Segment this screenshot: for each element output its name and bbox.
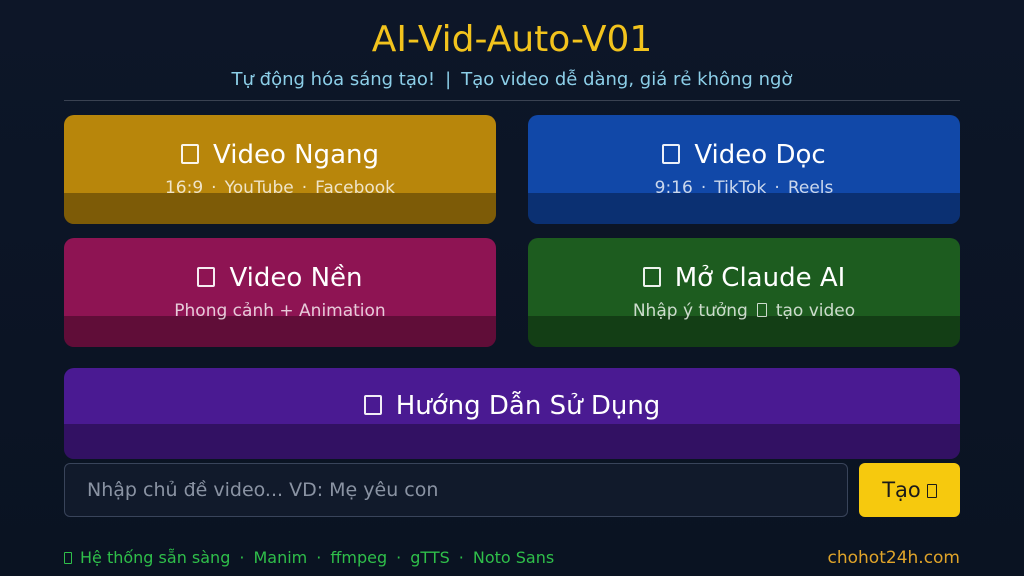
card-title-text: Video Nền bbox=[229, 263, 363, 293]
unknown-glyph-icon bbox=[197, 267, 216, 287]
card-title: Video Nền bbox=[64, 260, 496, 296]
tool-separator: · bbox=[239, 548, 245, 567]
unknown-glyph-icon bbox=[662, 144, 681, 164]
tag-separator: · bbox=[774, 178, 780, 198]
video-ngang-button[interactable]: Video Ngang 16:9 · YouTube · Facebook bbox=[64, 115, 496, 224]
video-nen-button[interactable]: Video Nền Phong cảnh + Animation bbox=[64, 238, 496, 347]
card-title-text: Video Ngang bbox=[213, 140, 379, 170]
card-tag: Reels bbox=[787, 178, 834, 198]
tool-item: Manim bbox=[253, 548, 308, 567]
tag-separator: · bbox=[211, 178, 217, 198]
unknown-glyph-icon bbox=[642, 267, 661, 287]
tool-item: Noto Sans bbox=[472, 548, 555, 567]
status-text: Hệ thống sẵn sàng bbox=[80, 548, 231, 567]
card-subtitle: Nhập ý tưởng tạo video bbox=[528, 300, 960, 322]
subtitle-right: Tạo video dễ dàng, giá rẻ không ngờ bbox=[461, 69, 793, 90]
tool-separator: · bbox=[316, 548, 322, 567]
unknown-glyph-icon bbox=[363, 395, 382, 415]
tool-separator: · bbox=[396, 548, 402, 567]
app-title: AI-Vid-Auto-V01 bbox=[371, 19, 653, 60]
subtitle-left: Tự động hóa sáng tạo! bbox=[231, 69, 436, 90]
unknown-glyph-icon bbox=[181, 144, 199, 164]
create-button[interactable]: Tạo bbox=[859, 463, 960, 517]
header: AI-Vid-Auto-V01 Tự động hóa sáng tạo! | Tạ… bbox=[64, 0, 960, 101]
card-title-text: Video Dọc bbox=[694, 140, 826, 170]
card-tag: YouTube bbox=[224, 178, 294, 198]
create-button-label: Tạo bbox=[882, 478, 921, 502]
card-title: Video Dọc bbox=[528, 137, 960, 173]
card-subtitle: 16:9 · YouTube · Facebook bbox=[64, 177, 496, 199]
card-tag: 16:9 bbox=[164, 178, 204, 198]
unknown-glyph-icon bbox=[756, 303, 767, 317]
status-icon bbox=[64, 552, 72, 564]
topic-input[interactable] bbox=[64, 463, 848, 517]
card-band bbox=[64, 424, 960, 459]
card-subtitle-left: Nhập ý tưởng bbox=[632, 301, 748, 321]
card-subtitle: 9:16 · TikTok · Reels bbox=[528, 177, 960, 199]
user-guide-button[interactable]: Hướng Dẫn Sử Dụng bbox=[64, 368, 960, 459]
card-tag: TikTok bbox=[714, 178, 767, 198]
tool-separator: · bbox=[458, 548, 464, 567]
status-bar: Hệ thống sẵn sàng · Manim · ffmpeg · gTTS · Noto… bbox=[64, 547, 554, 569]
card-title: Video Ngang bbox=[64, 137, 496, 173]
card-subtitle-right: tạo video bbox=[775, 301, 856, 321]
tag-separator: · bbox=[700, 178, 707, 198]
card-tag: 9:16 bbox=[654, 178, 693, 198]
card-subtitle: Phong cảnh + Animation bbox=[174, 301, 386, 321]
tag-separator: · bbox=[301, 178, 308, 198]
open-claude-ai-button[interactable]: Mở Claude AI Nhập ý tưởng tạo video bbox=[528, 238, 960, 347]
video-doc-button[interactable]: Video Dọc 9:16 · TikTok · Reels bbox=[528, 115, 960, 224]
card-tag: Facebook bbox=[315, 178, 396, 198]
subtitle: Tự động hóa sáng tạo! | Tạo video dễ dàng,… bbox=[64, 68, 960, 92]
card-title-text: Hướng Dẫn Sử Dụng bbox=[395, 391, 661, 421]
unknown-glyph-icon bbox=[926, 484, 937, 498]
card-title: Hướng Dẫn Sử Dụng bbox=[64, 388, 960, 424]
card-title-text: Mở Claude AI bbox=[674, 263, 846, 293]
subtitle-separator: | bbox=[445, 69, 452, 90]
card-title: Mở Claude AI bbox=[528, 260, 960, 296]
brand-link[interactable]: chohot24h.com bbox=[828, 547, 960, 569]
tool-item: ffmpeg bbox=[330, 548, 388, 567]
tool-item: gTTS bbox=[410, 548, 450, 567]
